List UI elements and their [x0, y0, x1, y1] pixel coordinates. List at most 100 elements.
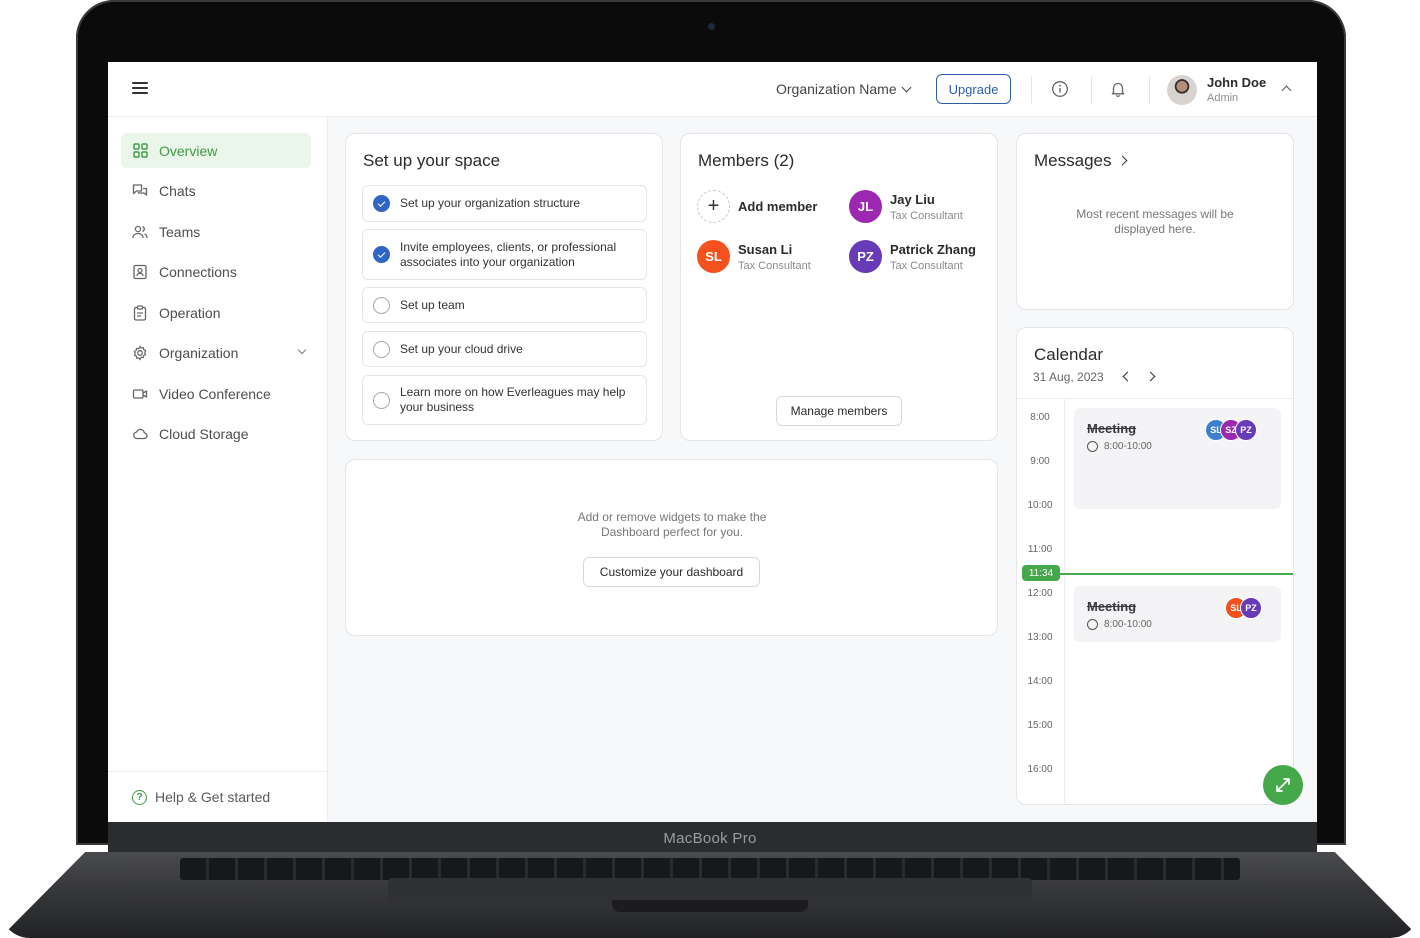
messages-empty-text: Most recent messages will be displayed h… — [1076, 207, 1234, 236]
sidebar-item-overview[interactable]: Overview — [121, 133, 311, 168]
clock-icon — [1087, 441, 1098, 452]
task-item[interactable]: Learn more on how Everleagues may help y… — [362, 375, 647, 425]
clock-icon — [1087, 619, 1098, 630]
messages-card: Messages Most recent messages will be di… — [1016, 133, 1294, 310]
unchecked-circle-icon[interactable] — [373, 296, 390, 314]
event-time: 8:00-10:00 — [1087, 441, 1152, 452]
trackpad — [388, 878, 1032, 900]
messages-title-label: Messages — [1034, 151, 1112, 170]
add-member-button[interactable]: + Add member — [697, 190, 817, 223]
checked-circle-icon[interactable] — [373, 195, 390, 212]
widgets-hint: Add or remove widgets to make the Dashbo… — [577, 510, 767, 539]
user-name: John Doe — [1207, 75, 1267, 90]
calendar-card: Calendar 31 Aug, 2023 8:00 9:00 10:00 11… — [1016, 327, 1294, 805]
hour-label: 16:00 — [1027, 764, 1053, 775]
attendee-avatar: PZ — [1235, 419, 1257, 441]
member-item[interactable]: SL Susan Li Tax Consultant — [697, 240, 811, 273]
member-avatar: PZ — [849, 240, 882, 273]
task-label: Set up team — [400, 297, 465, 312]
chevron-down-icon — [901, 82, 912, 93]
add-member-label: Add member — [738, 199, 818, 214]
unchecked-circle-icon[interactable] — [373, 391, 390, 409]
sidebar-item-cloud-storage[interactable]: Cloud Storage — [121, 416, 311, 451]
current-time-line — [1060, 573, 1293, 575]
task-label: Set up your cloud drive — [400, 341, 523, 356]
users-icon — [132, 224, 148, 240]
org-name: Organization Name — [776, 81, 897, 97]
unchecked-circle-icon[interactable] — [373, 340, 390, 358]
event-attendees: SL SZ PZ — [1205, 419, 1257, 441]
sidebar-item-connections[interactable]: Connections — [121, 254, 311, 289]
customize-dashboard-button[interactable]: Customize your dashboard — [583, 557, 760, 587]
task-item[interactable]: Invite employees, clients, or profession… — [362, 229, 647, 280]
sidebar-item-video-conference[interactable]: Video Conference — [121, 376, 311, 411]
chevron-right-icon[interactable] — [1145, 371, 1156, 382]
upgrade-button[interactable]: Upgrade — [936, 74, 1011, 104]
task-item[interactable]: Set up your organization structure — [362, 185, 647, 222]
event-title: Meeting — [1087, 599, 1137, 614]
sidebar: Overview Chats Teams Connections Operati… — [108, 117, 328, 822]
calendar-event[interactable]: Meeting 8:00-10:00 SL PZ — [1074, 586, 1281, 642]
setup-title: Set up your space — [363, 151, 501, 170]
hour-label: 10:00 — [1027, 500, 1053, 511]
manage-members-button[interactable]: Manage members — [776, 396, 902, 426]
hamburger-menu-icon[interactable] — [132, 82, 148, 96]
member-item[interactable]: PZ Patrick Zhang Tax Consultant — [849, 240, 976, 273]
members-title: Members (2) — [698, 151, 795, 170]
sidebar-item-label: Overview — [159, 142, 218, 159]
task-item[interactable]: Set up team — [362, 287, 647, 323]
sidebar-item-organization[interactable]: Organization — [121, 335, 311, 370]
event-title: Meeting — [1087, 421, 1137, 436]
chevron-up-icon[interactable] — [1281, 85, 1292, 96]
task-item[interactable]: Set up your cloud drive — [362, 331, 647, 367]
plus-icon: + — [697, 190, 730, 223]
top-bar: Organization Name Upgrade John Doe Admin — [108, 62, 1317, 117]
laptop-notch — [612, 900, 808, 912]
divider — [1091, 76, 1092, 104]
organization-switcher[interactable]: Organization Name — [776, 81, 912, 97]
expand-icon[interactable] — [1263, 765, 1303, 805]
camera-dot — [708, 23, 715, 30]
sidebar-item-operation[interactable]: Operation — [121, 295, 311, 330]
widgets-card: Add or remove widgets to make the Dashbo… — [345, 459, 998, 636]
user-role: Admin — [1207, 92, 1239, 104]
user-avatar[interactable] — [1167, 75, 1197, 105]
task-label: Set up your organization structure — [400, 196, 581, 210]
setup-card: Set up your space Set up your organizati… — [345, 133, 663, 441]
sidebar-item-label: Chats — [159, 182, 196, 199]
laptop-brand: MacBook Pro — [663, 830, 757, 847]
cloud-icon — [132, 426, 148, 442]
hour-label: 12:00 — [1027, 588, 1053, 599]
member-item[interactable]: JL Jay Liu Tax Consultant — [849, 190, 963, 223]
hour-label: 11:00 — [1027, 544, 1053, 555]
event-time: 8:00-10:00 — [1087, 619, 1152, 630]
chevron-right-icon[interactable] — [1118, 155, 1128, 166]
help-link[interactable]: ? Help & Get started — [108, 771, 327, 822]
bell-icon[interactable] — [1109, 80, 1127, 98]
event-time-label: 8:00-10:00 — [1104, 619, 1152, 630]
gear-icon — [132, 345, 148, 361]
sidebar-item-label: Organization — [159, 344, 239, 361]
chevron-left-icon[interactable] — [1122, 371, 1133, 382]
divider — [1031, 76, 1032, 104]
hour-label: 8:00 — [1030, 412, 1050, 423]
event-attendees: SL PZ — [1225, 597, 1262, 619]
app-screen: Organization Name Upgrade John Doe Admin… — [108, 62, 1317, 822]
messages-title[interactable]: Messages — [1034, 151, 1128, 171]
info-icon[interactable] — [1051, 80, 1069, 98]
task-label: Learn more on how Everleagues may help y… — [400, 385, 626, 414]
checked-circle-icon[interactable] — [373, 246, 390, 263]
member-avatar: JL — [849, 190, 882, 223]
divider — [1017, 398, 1293, 399]
contact-card-icon — [132, 264, 148, 280]
sidebar-item-label: Cloud Storage — [159, 425, 249, 442]
sidebar-item-teams[interactable]: Teams — [121, 214, 311, 249]
members-card: Members (2) + Add member JL Jay Liu Tax C… — [680, 133, 998, 441]
member-role: Tax Consultant — [738, 259, 811, 272]
calendar-event[interactable]: Meeting 8:00-10:00 SL SZ PZ — [1074, 408, 1281, 509]
event-time-label: 8:00-10:00 — [1104, 441, 1152, 452]
chevron-down-icon[interactable] — [297, 345, 307, 355]
sidebar-item-chats[interactable]: Chats — [121, 173, 311, 208]
divider — [1149, 76, 1150, 104]
time-gutter-line — [1064, 399, 1065, 803]
